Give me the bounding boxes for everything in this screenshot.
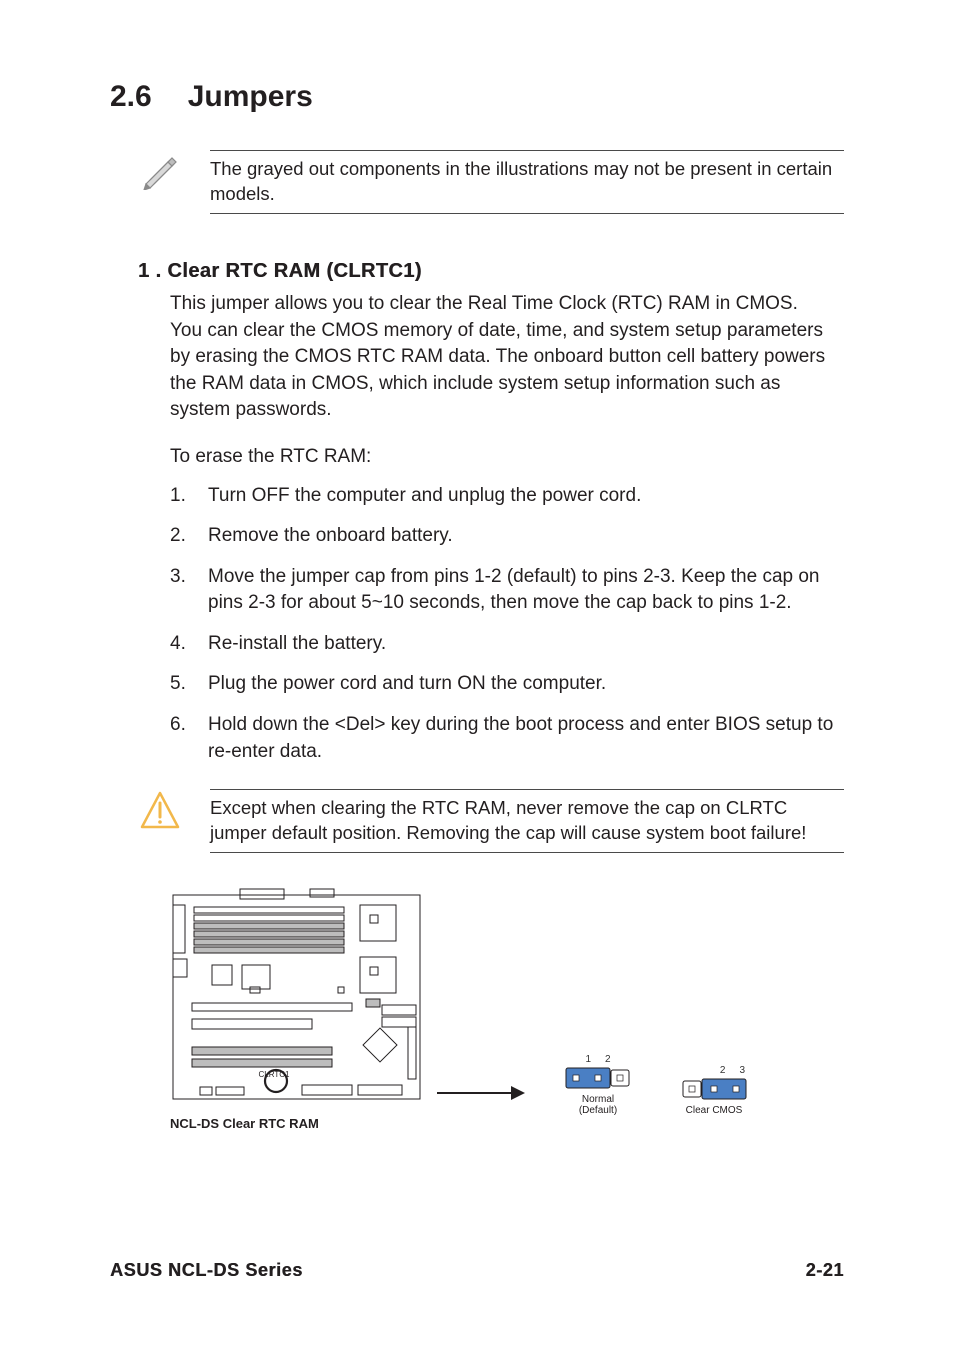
step-number: 5.: [170, 671, 194, 698]
step-number: 6.: [170, 712, 194, 765]
pin-label-2: 2: [605, 1054, 611, 1065]
board-diagram: CLRTC1 12 Normal (Default) 23: [170, 887, 844, 1112]
pin-label-2b: 2: [720, 1065, 726, 1076]
step-item: 5. Plug the power cord and turn ON the co…: [170, 671, 844, 698]
note-text: The grayed out components in the illustr…: [210, 157, 844, 207]
step-number: 2.: [170, 523, 194, 550]
clrtc-location-label: CLRTC1: [259, 1070, 291, 1079]
step-text: Turn OFF the computer and unplug the pow…: [208, 483, 844, 510]
step-item: 6. Hold down the <Del> key during the boo…: [170, 712, 844, 765]
caution-text: Except when clearing the RTC RAM, never …: [210, 796, 844, 846]
jumper-positions: 1 2 Normal (Default) 2 3 Clear CMOS: [565, 1054, 747, 1116]
step-number: 3.: [170, 564, 194, 617]
jumper-state-label: Clear CMOS: [681, 1105, 747, 1116]
footer-right: 2-21: [806, 1260, 844, 1281]
jumper-state-label: Normal (Default): [565, 1094, 631, 1116]
jumper-position-clear: 2 3 Clear CMOS: [681, 1065, 747, 1116]
jumper-position-normal: 1 2 Normal (Default): [565, 1054, 631, 1116]
motherboard-illustration: CLRTC1: [170, 887, 425, 1112]
note-block: The grayed out components in the illustr…: [138, 150, 844, 214]
arrow-right-icon: [435, 1078, 525, 1108]
section-heading: 2.6 Jumpers: [110, 80, 844, 114]
step-item: 2. Remove the onboard battery.: [170, 523, 844, 550]
subsection-paragraph: This jumper allows you to clear the Real…: [170, 291, 834, 424]
page-footer: ASUS NCL-DS Series 2-21: [110, 1260, 844, 1281]
step-item: 4. Re-install the battery.: [170, 631, 844, 658]
caution-block: Except when clearing the RTC RAM, never …: [138, 789, 844, 853]
pin-label-1: 1: [585, 1054, 591, 1065]
pencil-note-icon: [138, 150, 182, 190]
steps-lead: To erase the RTC RAM:: [170, 444, 834, 471]
step-text: Move the jumper cap from pins 1-2 (defau…: [208, 564, 844, 617]
subsection-heading: 1 . Clear RTC RAM (CLRTC1): [138, 260, 844, 283]
footer-left: ASUS NCL-DS Series: [110, 1260, 303, 1281]
step-item: 3. Move the jumper cap from pins 1-2 (def…: [170, 564, 844, 617]
subsection-clrtc: 1 . Clear RTC RAM (CLRTC1) This jumper a…: [110, 260, 844, 765]
diagram-caption: NCL-DS Clear RTC RAM: [170, 1116, 844, 1131]
subsection-number: 1 .: [138, 260, 161, 282]
step-text: Re-install the battery.: [208, 631, 844, 658]
step-text: Hold down the <Del> key during the boot …: [208, 712, 844, 765]
section-title: Jumpers: [188, 80, 313, 114]
section-number: 2.6: [110, 80, 152, 114]
step-text: Plug the power cord and turn ON the comp…: [208, 671, 844, 698]
step-number: 1.: [170, 483, 194, 510]
step-text: Remove the onboard battery.: [208, 523, 844, 550]
step-item: 1. Turn OFF the computer and unplug the p…: [170, 483, 844, 510]
caution-triangle-icon: [138, 789, 182, 829]
subsection-title: Clear RTC RAM (CLRTC1): [167, 260, 421, 282]
pin-label-3: 3: [739, 1065, 745, 1076]
step-number: 4.: [170, 631, 194, 658]
steps-list: 1. Turn OFF the computer and unplug the p…: [170, 483, 844, 766]
